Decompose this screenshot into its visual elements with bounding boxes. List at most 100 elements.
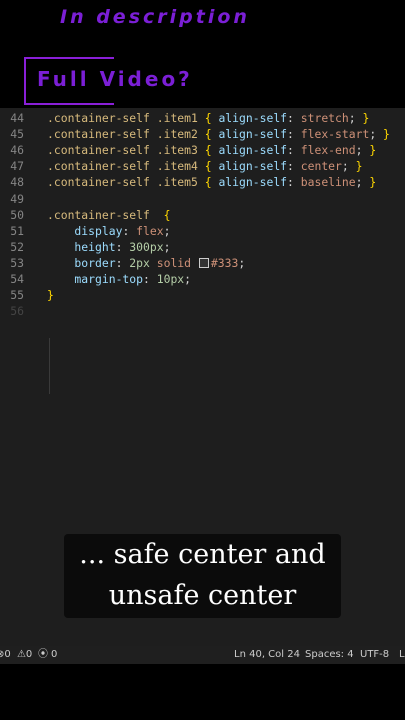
code-text: margin-top: 10px;	[47, 271, 191, 287]
code-token: .container-self .item5	[47, 175, 205, 190]
caption-line-2: unsafe center	[108, 580, 297, 611]
code-token: flex-start	[300, 127, 370, 142]
code-line[interactable]: 49	[0, 191, 405, 207]
code-token: .container-self .item1	[47, 111, 205, 125]
code-token: margin-top	[47, 272, 144, 286]
line-number: 53	[10, 255, 24, 270]
code-token: stretch	[300, 111, 349, 125]
code-line[interactable]: 50 .container-self {	[0, 207, 405, 223]
code-token: 300px	[129, 239, 164, 254]
description-promo-text: In description	[60, 6, 250, 28]
code-token: ;	[238, 255, 246, 270]
line-number: 45	[10, 127, 24, 142]
code-token: }	[383, 127, 390, 142]
code-line[interactable]: 55}	[0, 287, 405, 303]
code-token: ;	[163, 223, 171, 238]
line-number: 44	[10, 111, 24, 125]
color-swatch-icon[interactable]	[198, 258, 209, 269]
code-token: }	[369, 143, 377, 158]
code-token: solid	[149, 255, 198, 270]
promo-banner: In description Full Video?	[0, 0, 405, 108]
code-token: {	[163, 207, 171, 222]
code-line[interactable]: 53 border: 2px solid #333;	[0, 255, 405, 271]
code-token: }	[47, 288, 54, 303]
full-video-promo-text: Full Video?	[37, 67, 193, 91]
bottom-letterbox	[0, 664, 405, 720]
code-text: .container-self .item4 { align-self: cen…	[47, 158, 362, 174]
cursor-position[interactable]: Ln 40, Col 24	[234, 646, 300, 664]
code-token: .container-self .item4	[47, 159, 205, 174]
code-token: :	[287, 143, 301, 158]
warning-icon: ⚠	[16, 649, 26, 660]
ports-count: 0	[51, 649, 58, 660]
code-token: display	[47, 223, 123, 238]
code-line[interactable]: 56	[0, 303, 405, 319]
code-token: align-self	[218, 127, 288, 142]
code-token: ;	[184, 272, 192, 286]
code-token: .container-self .item2	[47, 127, 205, 142]
code-line[interactable]: 47 .container-self .item4 { align-self: c…	[0, 158, 405, 174]
video-caption: ... safe center and unsafe center	[64, 534, 341, 618]
warning-count: 0	[25, 649, 33, 660]
code-token: align-self	[218, 111, 288, 125]
code-token: baseline	[300, 175, 356, 190]
code-token: align-self	[218, 159, 288, 174]
code-text: .container-self .item1 { align-self: str…	[47, 110, 369, 126]
status-bar: ⊗0 ⚠0 ⦿ 0 Ln 40, Col 24 Spaces: 4 UTF-8 L	[0, 646, 405, 664]
code-line[interactable]: 54 margin-top: 10px;	[0, 271, 405, 287]
code-line[interactable]: 48 .container-self .item5 { align-self: b…	[0, 174, 405, 190]
code-token: align-self	[218, 175, 288, 190]
line-number: 56	[10, 304, 24, 319]
line-number: 49	[10, 191, 24, 206]
eol-setting[interactable]: L	[399, 646, 405, 664]
code-line[interactable]: 46 .container-self .item3 { align-self: f…	[0, 142, 405, 158]
indent-guide	[49, 338, 50, 394]
code-token: flex-end	[300, 143, 356, 158]
code-token: :	[287, 175, 301, 190]
code-token: {	[204, 111, 219, 125]
code-token: align-self	[218, 143, 288, 158]
code-token: :	[287, 111, 301, 125]
code-token: {	[204, 159, 219, 174]
code-token: ;	[348, 111, 363, 125]
code-token: :	[115, 255, 130, 270]
code-token: ;	[369, 127, 384, 142]
line-number: 48	[10, 175, 24, 190]
line-number: 47	[10, 159, 24, 174]
code-text: border: 2px solid #333;	[47, 255, 245, 271]
problems-indicator[interactable]: ⊗0 ⚠0	[0, 646, 32, 664]
ports-indicator[interactable]: ⦿ 0	[38, 646, 57, 664]
code-token: height	[47, 239, 116, 254]
code-token: ;	[355, 143, 370, 158]
code-line[interactable]: 52 height: 300px;	[0, 239, 405, 255]
code-token: :	[143, 272, 157, 286]
code-line[interactable]: 51 display: flex;	[0, 223, 405, 239]
code-text: display: flex;	[47, 223, 170, 239]
code-token: :	[122, 223, 137, 238]
line-number: 46	[10, 143, 24, 158]
code-token: .container-self .item3	[47, 143, 205, 158]
code-token: ;	[163, 239, 171, 254]
line-number: 55	[10, 288, 24, 303]
line-number: 54	[10, 272, 24, 286]
code-token: }	[369, 175, 377, 190]
code-text: .container-self .item3 { align-self: fle…	[47, 142, 376, 158]
code-token: :	[115, 239, 130, 254]
code-token: #333	[210, 255, 239, 270]
code-token: .container-self	[47, 207, 164, 222]
code-token: 2px	[129, 255, 150, 270]
code-token: flex	[136, 223, 164, 238]
code-token: border	[47, 255, 116, 270]
code-text: .container-self {	[47, 207, 170, 223]
indentation-setting[interactable]: Spaces: 4	[305, 646, 354, 664]
code-token: 10px	[156, 272, 185, 286]
code-line[interactable]: 45 .container-self .item2 { align-self: f…	[0, 126, 405, 142]
line-number: 51	[10, 223, 24, 238]
caption-line-1: ... safe center and	[79, 539, 326, 570]
code-token: ;	[355, 175, 370, 190]
code-text: height: 300px;	[47, 239, 170, 255]
code-line[interactable]: 44 .container-self .item1 { align-self: s…	[0, 110, 405, 126]
code-token: }	[355, 159, 363, 174]
code-token: center	[300, 159, 342, 174]
encoding-setting[interactable]: UTF-8	[360, 646, 389, 664]
